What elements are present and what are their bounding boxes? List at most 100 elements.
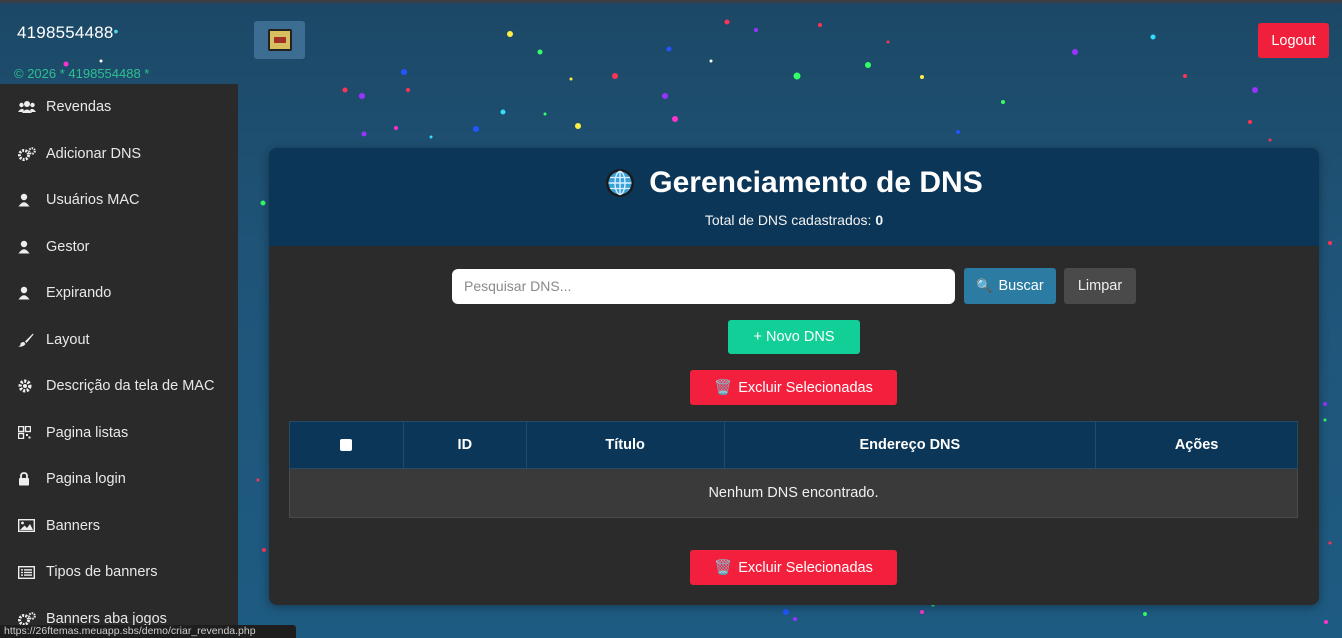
dns-total-line: Total de DNS cadastrados: 0: [269, 212, 1319, 228]
sidebar-item-revendas[interactable]: Revendas: [0, 84, 238, 131]
dns-total-label: Total de DNS cadastrados:: [704, 212, 872, 228]
confetti-dot: [1143, 612, 1147, 616]
confetti-dot: [724, 19, 730, 25]
search-input[interactable]: [452, 268, 955, 304]
column-header-id[interactable]: ID: [402, 421, 527, 469]
gears-icon: [18, 611, 40, 626]
sidebar-item-layout[interactable]: Layout: [0, 317, 238, 364]
confetti-dot: [342, 87, 348, 93]
sidebar-item-usuarios-mac[interactable]: Usuários MAC: [0, 177, 238, 224]
user-icon: [18, 286, 40, 300]
confetti-dot: [793, 72, 801, 80]
dns-total-count: 0: [875, 212, 884, 228]
confetti-dot: [473, 126, 479, 132]
brush-icon: [18, 333, 40, 347]
confetti-dot: [406, 88, 410, 92]
sidebar-item-pagina-listas[interactable]: Pagina listas: [0, 410, 238, 457]
card-header: Gerenciamento de DNS Total de DNS cadast…: [269, 148, 1319, 246]
confetti-dot: [865, 62, 871, 68]
confetti-dot: [1150, 34, 1156, 40]
confetti-dot: [793, 617, 797, 621]
select-all-checkbox[interactable]: [340, 439, 353, 452]
confetti-dot: [754, 28, 758, 32]
sidebar-item-label: Expirando: [46, 285, 112, 302]
sidebar-item-label: Pagina login: [46, 471, 126, 488]
delete-selected-label: Excluir Selecionadas: [738, 379, 873, 396]
confetti-dot: [709, 59, 713, 63]
search-icon: 🔍: [976, 278, 993, 293]
sidebar-item-banners[interactable]: Banners: [0, 503, 238, 550]
confetti-dot: [666, 46, 672, 52]
confetti-dot: [1001, 100, 1005, 104]
sidebar-item-tipos-banners[interactable]: Tipos de banners: [0, 549, 238, 596]
confetti-dot: [783, 609, 789, 615]
confetti-dot: [256, 478, 260, 482]
confetti-dot: [260, 200, 266, 206]
dns-management-card: Gerenciamento de DNS Total de DNS cadast…: [269, 148, 1319, 605]
delete-selected-button-bottom[interactable]: 🗑️ Excluir Selecionadas: [690, 550, 897, 585]
dns-table: ID Título Endereço DNS Ações Nenhum DNS …: [289, 421, 1298, 518]
sidebar-item-label: Usuários MAC: [46, 192, 140, 209]
sidebar-item-label: Adicionar DNS: [46, 145, 142, 162]
user-icon: [18, 240, 40, 254]
user-icon: [18, 193, 40, 207]
brand-name: 4198554488: [17, 23, 114, 42]
sidebar-item-gestor[interactable]: Gestor: [0, 224, 238, 271]
empty-table-message: Nenhum DNS encontrado.: [289, 468, 1298, 518]
confetti-dot: [401, 69, 407, 75]
confetti-dot: [672, 116, 678, 122]
column-header-endereco-dns[interactable]: Endereço DNS: [723, 421, 1097, 469]
confetti-dot: [818, 23, 822, 27]
confetti-dot: [1072, 49, 1078, 55]
sidebar: 4198554488• © 2026 * 4198554488 * Revend…: [0, 3, 238, 638]
confetti-dot: [1183, 74, 1187, 78]
sidebar-item-label: Layout: [46, 331, 90, 348]
users-icon: [18, 100, 40, 114]
confetti-dot: [262, 548, 266, 552]
sidebar-item-pagina-login[interactable]: Pagina login: [0, 456, 238, 503]
sidebar-item-descricao-tela-mac[interactable]: Descrição da tela de MAC: [0, 363, 238, 410]
confetti-dot: [359, 93, 365, 99]
sidebar-item-label: Revendas: [46, 99, 112, 116]
globe-icon: [606, 169, 635, 197]
copyright-text: © 2026 * 4198554488 *: [14, 66, 150, 81]
image-icon: [18, 519, 40, 533]
sidebar-item-expirando[interactable]: Expirando: [0, 270, 238, 317]
page-title-text: Gerenciamento de DNS: [649, 166, 983, 199]
sidebar-item-adicionar-dns[interactable]: Adicionar DNS: [0, 131, 238, 178]
qrcode-icon: [18, 426, 40, 440]
select-all-header: [289, 421, 404, 469]
confetti-dot: [612, 73, 618, 79]
confetti-dot: [1324, 620, 1328, 624]
sidebar-item-label: Banners: [46, 517, 101, 534]
table-header-row: ID Título Endereço DNS Ações: [289, 421, 1298, 469]
confetti-dot: [662, 93, 668, 99]
sidebar-item-label: Gestor: [46, 238, 90, 255]
search-button-label: Buscar: [998, 278, 1044, 294]
logout-button[interactable]: Logout: [1258, 23, 1329, 58]
confetti-dot: [1323, 402, 1327, 406]
confetti-dot: [1328, 541, 1332, 545]
brand-dot: •: [113, 23, 119, 39]
sidebar-header: 4198554488• © 2026 * 4198554488 *: [0, 3, 238, 84]
confetti-dot: [1252, 87, 1258, 93]
status-bar-url: https://26ftemas.meuapp.sbs/demo/criar_r…: [0, 625, 296, 638]
confetti-dot: [956, 130, 960, 134]
search-button[interactable]: 🔍 Buscar: [964, 268, 1056, 304]
confetti-dot: [1268, 138, 1272, 142]
delete-selected-label: Excluir Selecionadas: [738, 559, 873, 576]
logo-button[interactable]: [254, 21, 305, 59]
logo-image: [267, 29, 292, 51]
gear-icon: [18, 379, 40, 393]
confetti-dot: [429, 135, 433, 139]
confetti-dot: [886, 40, 890, 44]
new-dns-button[interactable]: + Novo DNS: [728, 320, 860, 354]
confetti-dot: [361, 131, 367, 137]
sidebar-item-label: Pagina listas: [46, 424, 129, 441]
confetti-dot: [1248, 120, 1252, 124]
delete-selected-button-top[interactable]: 🗑️ Excluir Selecionadas: [690, 370, 897, 405]
confetti-dot: [537, 49, 543, 55]
gears-icon: [18, 146, 40, 161]
column-header-titulo[interactable]: Título: [525, 421, 725, 469]
clear-button[interactable]: Limpar: [1064, 268, 1136, 304]
